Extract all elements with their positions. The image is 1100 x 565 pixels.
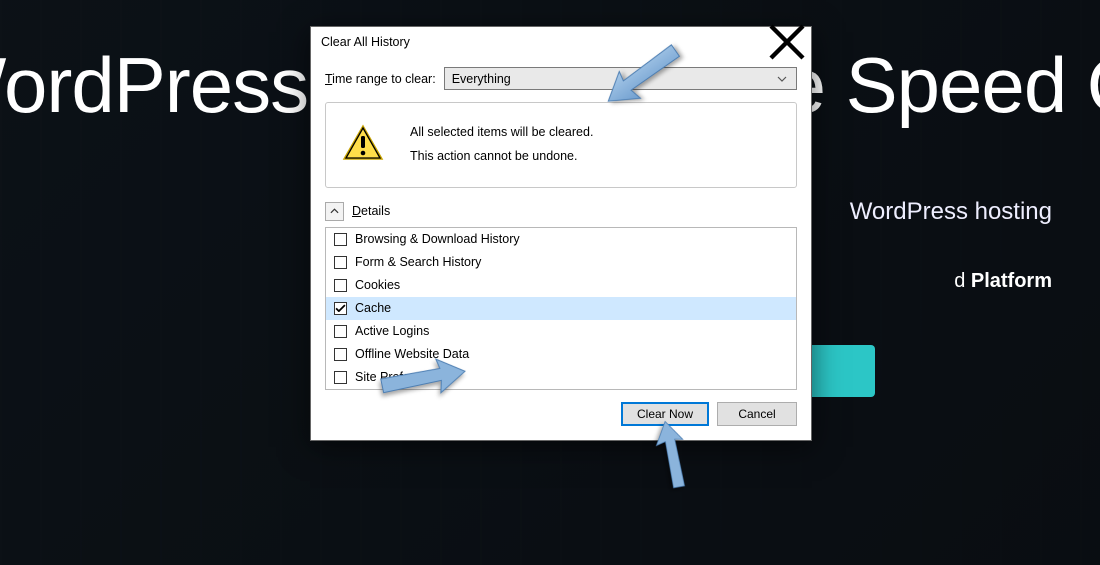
list-item-label: Form & Search History bbox=[355, 255, 481, 269]
dialog-titlebar: Clear All History bbox=[311, 27, 811, 57]
checkbox[interactable] bbox=[334, 279, 347, 292]
checkbox[interactable] bbox=[334, 256, 347, 269]
time-range-label: Time range to clear: bbox=[325, 72, 436, 86]
chevron-down-icon bbox=[772, 68, 792, 89]
time-range-select[interactable]: Everything bbox=[444, 67, 797, 90]
details-header[interactable]: Details bbox=[325, 202, 797, 221]
list-item-label: Active Logins bbox=[355, 324, 429, 338]
list-item[interactable]: Browsing & Download History bbox=[326, 228, 796, 251]
list-item-label: Cookies bbox=[355, 278, 400, 292]
close-icon bbox=[767, 22, 807, 62]
checkbox[interactable] bbox=[334, 302, 347, 315]
details-label: Details bbox=[352, 204, 390, 218]
checkbox[interactable] bbox=[334, 371, 347, 384]
list-item[interactable]: Site Preferences bbox=[326, 366, 796, 389]
details-list: Browsing & Download History Form & Searc… bbox=[325, 227, 797, 390]
details-underline: D bbox=[352, 204, 361, 218]
time-range-row: Time range to clear: Everything bbox=[325, 67, 797, 90]
clear-history-dialog: Clear All History Time range to clear: E… bbox=[310, 26, 812, 441]
list-item-label: Cache bbox=[355, 301, 391, 315]
details-rest: etails bbox=[361, 204, 390, 218]
hero-subtitle: WordPress hosting bbox=[850, 198, 1052, 226]
warning-icon bbox=[342, 124, 384, 165]
checkbox[interactable] bbox=[334, 233, 347, 246]
checkbox[interactable] bbox=[334, 348, 347, 361]
warning-line-1: All selected items will be cleared. bbox=[410, 121, 593, 145]
hero-small-bold: Platform bbox=[971, 270, 1052, 292]
time-range-value: Everything bbox=[452, 72, 511, 86]
warning-text: All selected items will be cleared. This… bbox=[410, 121, 593, 169]
dialog-button-row: Clear Now Cancel bbox=[325, 402, 797, 426]
hero-small-prefix: d bbox=[954, 270, 971, 292]
list-item[interactable]: Active Logins bbox=[326, 320, 796, 343]
cancel-button[interactable]: Cancel bbox=[717, 402, 797, 426]
chevron-up-icon bbox=[325, 202, 344, 221]
list-item-label: Offline Website Data bbox=[355, 347, 469, 361]
dialog-body: Time range to clear: Everything All sele… bbox=[311, 57, 811, 440]
warning-line-2: This action cannot be undone. bbox=[410, 145, 593, 169]
list-item-label: Browsing & Download History bbox=[355, 232, 520, 246]
list-item[interactable]: Cache bbox=[326, 297, 796, 320]
hero-platform-text: d Platform bbox=[954, 270, 1052, 293]
checkbox[interactable] bbox=[334, 325, 347, 338]
list-item[interactable]: Offline Website Data bbox=[326, 343, 796, 366]
list-item[interactable]: Cookies bbox=[326, 274, 796, 297]
list-item[interactable]: Form & Search History bbox=[326, 251, 796, 274]
close-button[interactable] bbox=[767, 29, 807, 55]
time-range-label-rest: ime range to clear: bbox=[332, 72, 436, 86]
warning-box: All selected items will be cleared. This… bbox=[325, 102, 797, 188]
dialog-title: Clear All History bbox=[321, 35, 767, 49]
list-item-label: Site Preferences bbox=[355, 370, 447, 384]
clear-now-button[interactable]: Clear Now bbox=[621, 402, 709, 426]
